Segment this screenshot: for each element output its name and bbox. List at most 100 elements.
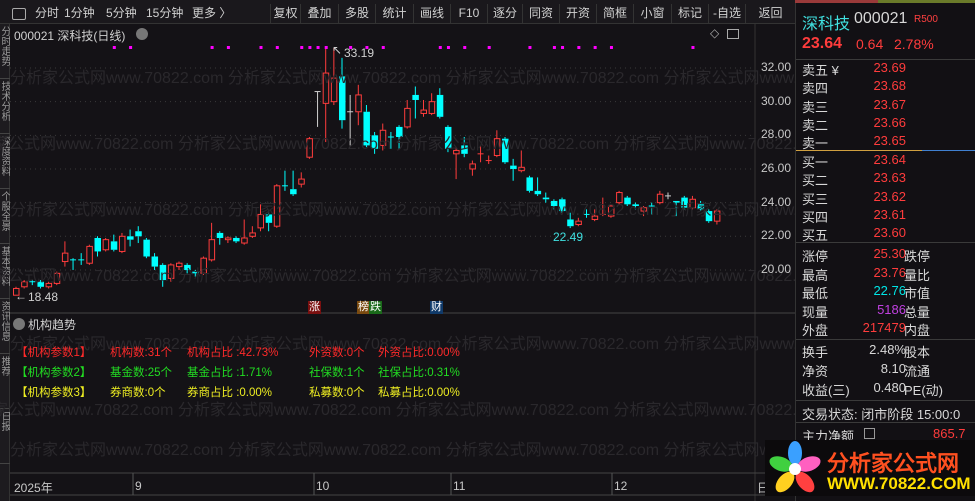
left-tab-3[interactable]: 个股全景 [0, 191, 10, 244]
toolbar-button-9[interactable]: 简框 [596, 4, 633, 23]
candle-body [656, 193, 664, 204]
marker-cai[interactable]: 财 [430, 301, 443, 314]
candle [412, 86, 419, 119]
left-tab-6[interactable]: 推荐 [0, 356, 10, 409]
candle-body [412, 94, 419, 100]
stat-label: 涨停 [802, 249, 829, 264]
candle [61, 241, 69, 267]
dropdown-icon[interactable] [136, 28, 148, 40]
candle-body [469, 163, 476, 170]
candle-body [224, 237, 232, 241]
candle-body [273, 185, 281, 227]
stat-value: 0.480 [873, 380, 906, 395]
period-2[interactable]: 5分钟 [106, 4, 137, 23]
candle-body [559, 199, 566, 212]
period-1[interactable]: 1分钟 [64, 4, 95, 23]
candle [420, 99, 427, 117]
candle [648, 202, 655, 215]
candle-body [453, 149, 460, 155]
period-4[interactable]: 更多 〉 [192, 4, 231, 23]
left-tab-4[interactable]: 基本资料 [0, 246, 10, 299]
quote-panel: 深科技 000021 R500 23.64 0.64 2.78% 卖五 ¥23.… [795, 3, 975, 501]
toolbar-button-7[interactable]: 同资 [522, 4, 559, 23]
left-tab-0[interactable]: 分时走势 [0, 26, 10, 79]
candle-body [21, 281, 28, 288]
price-change: 0.64 [856, 36, 884, 52]
toolbar-button-6[interactable]: 逐分 [487, 4, 522, 23]
date-axis-label: 9 [135, 479, 142, 493]
candle [37, 280, 44, 289]
period-0[interactable]: 分时 [35, 4, 59, 23]
indicator-value: 私募数:0个 [309, 387, 365, 399]
candle-body [184, 264, 191, 270]
toolbar-button-8[interactable]: 开资 [559, 4, 596, 23]
left-tab-5[interactable]: 资讯信息 [0, 301, 10, 354]
indicator-value: 机构占比 :42.73% [187, 347, 279, 359]
toolbar-button-4[interactable]: 画线 [413, 4, 450, 23]
signal-dot [593, 46, 597, 49]
toolbar-button-0[interactable]: 复权 [270, 4, 300, 23]
toolbar-button-3[interactable]: 统计 [375, 4, 413, 23]
candle [705, 209, 713, 223]
candle [224, 236, 232, 244]
left-tab-strip: 分时走势技术分析深度资料个股全景基本资料资讯信息推荐 日报 [0, 24, 10, 501]
panel-toggle-icon[interactable] [12, 8, 26, 20]
signal-dot [210, 46, 214, 49]
indicator-value: 机构数:31个 [110, 347, 172, 359]
stat-label-2: 总量 [904, 304, 931, 320]
candle-body [461, 145, 468, 154]
candle-body [330, 77, 338, 103]
toolbar-button-10[interactable]: 小窗 [633, 4, 671, 23]
candle-body [526, 177, 533, 191]
toolbar-button-12[interactable]: -自选 [708, 4, 745, 23]
marker-zhang[interactable]: 涨 [308, 301, 321, 314]
toolbar-button-13[interactable]: 返回 [745, 4, 795, 23]
candle [526, 175, 533, 193]
stat-label: 换手 [802, 345, 829, 360]
bid-price: 23.61 [873, 206, 906, 222]
list-icon[interactable] [864, 428, 875, 439]
bid-label: 买二 [802, 173, 829, 189]
kline-chart[interactable] [10, 24, 795, 501]
candle [281, 170, 288, 191]
candle-body [697, 204, 705, 210]
candle [29, 280, 36, 286]
left-tab-2[interactable]: 深度资料 [0, 136, 10, 189]
r500-badge: R500 [914, 14, 938, 25]
candle-body [159, 264, 167, 281]
toolbar-button-2[interactable]: 多股 [338, 4, 375, 23]
candle-body [241, 237, 248, 244]
candle [559, 197, 566, 213]
candle [241, 219, 248, 245]
panel-layout-icon[interactable] [727, 29, 739, 39]
date-axis-label: 12 [614, 479, 628, 493]
stock-code: 000021 [854, 10, 908, 27]
candle-body [363, 111, 370, 146]
high-price-label: 33.19 [344, 46, 375, 60]
candle-body [542, 197, 550, 200]
toolbar-button-11[interactable]: 标记 [671, 4, 708, 23]
indicator-row-label: 【机构参数1】 [16, 347, 92, 359]
marker-die[interactable]: 跌 [369, 301, 382, 314]
candle [78, 253, 85, 265]
candle-body [298, 178, 305, 185]
toolbar-button-5[interactable]: F10 [450, 4, 487, 23]
period-3[interactable]: 15分钟 [146, 4, 183, 23]
candle-body [53, 272, 61, 284]
candle [461, 137, 468, 158]
candle [436, 88, 444, 119]
candle-body [420, 109, 427, 114]
last-price: 23.64 [802, 35, 843, 52]
collapse-icon[interactable] [13, 318, 25, 330]
candle-body [37, 281, 44, 287]
bid-price: 23.60 [873, 225, 906, 241]
left-tab-1[interactable]: 技术分析 [0, 81, 10, 134]
signal-dot [226, 46, 230, 49]
candle-body [518, 166, 525, 172]
candle [607, 204, 615, 218]
high-arrow-icon: ↖ [332, 43, 343, 57]
signal-dot [324, 46, 328, 49]
left-tab-7[interactable]: 日报 [0, 411, 10, 464]
diamond-icon[interactable]: ◇ [710, 26, 719, 40]
toolbar-button-1[interactable]: 叠加 [300, 4, 338, 23]
